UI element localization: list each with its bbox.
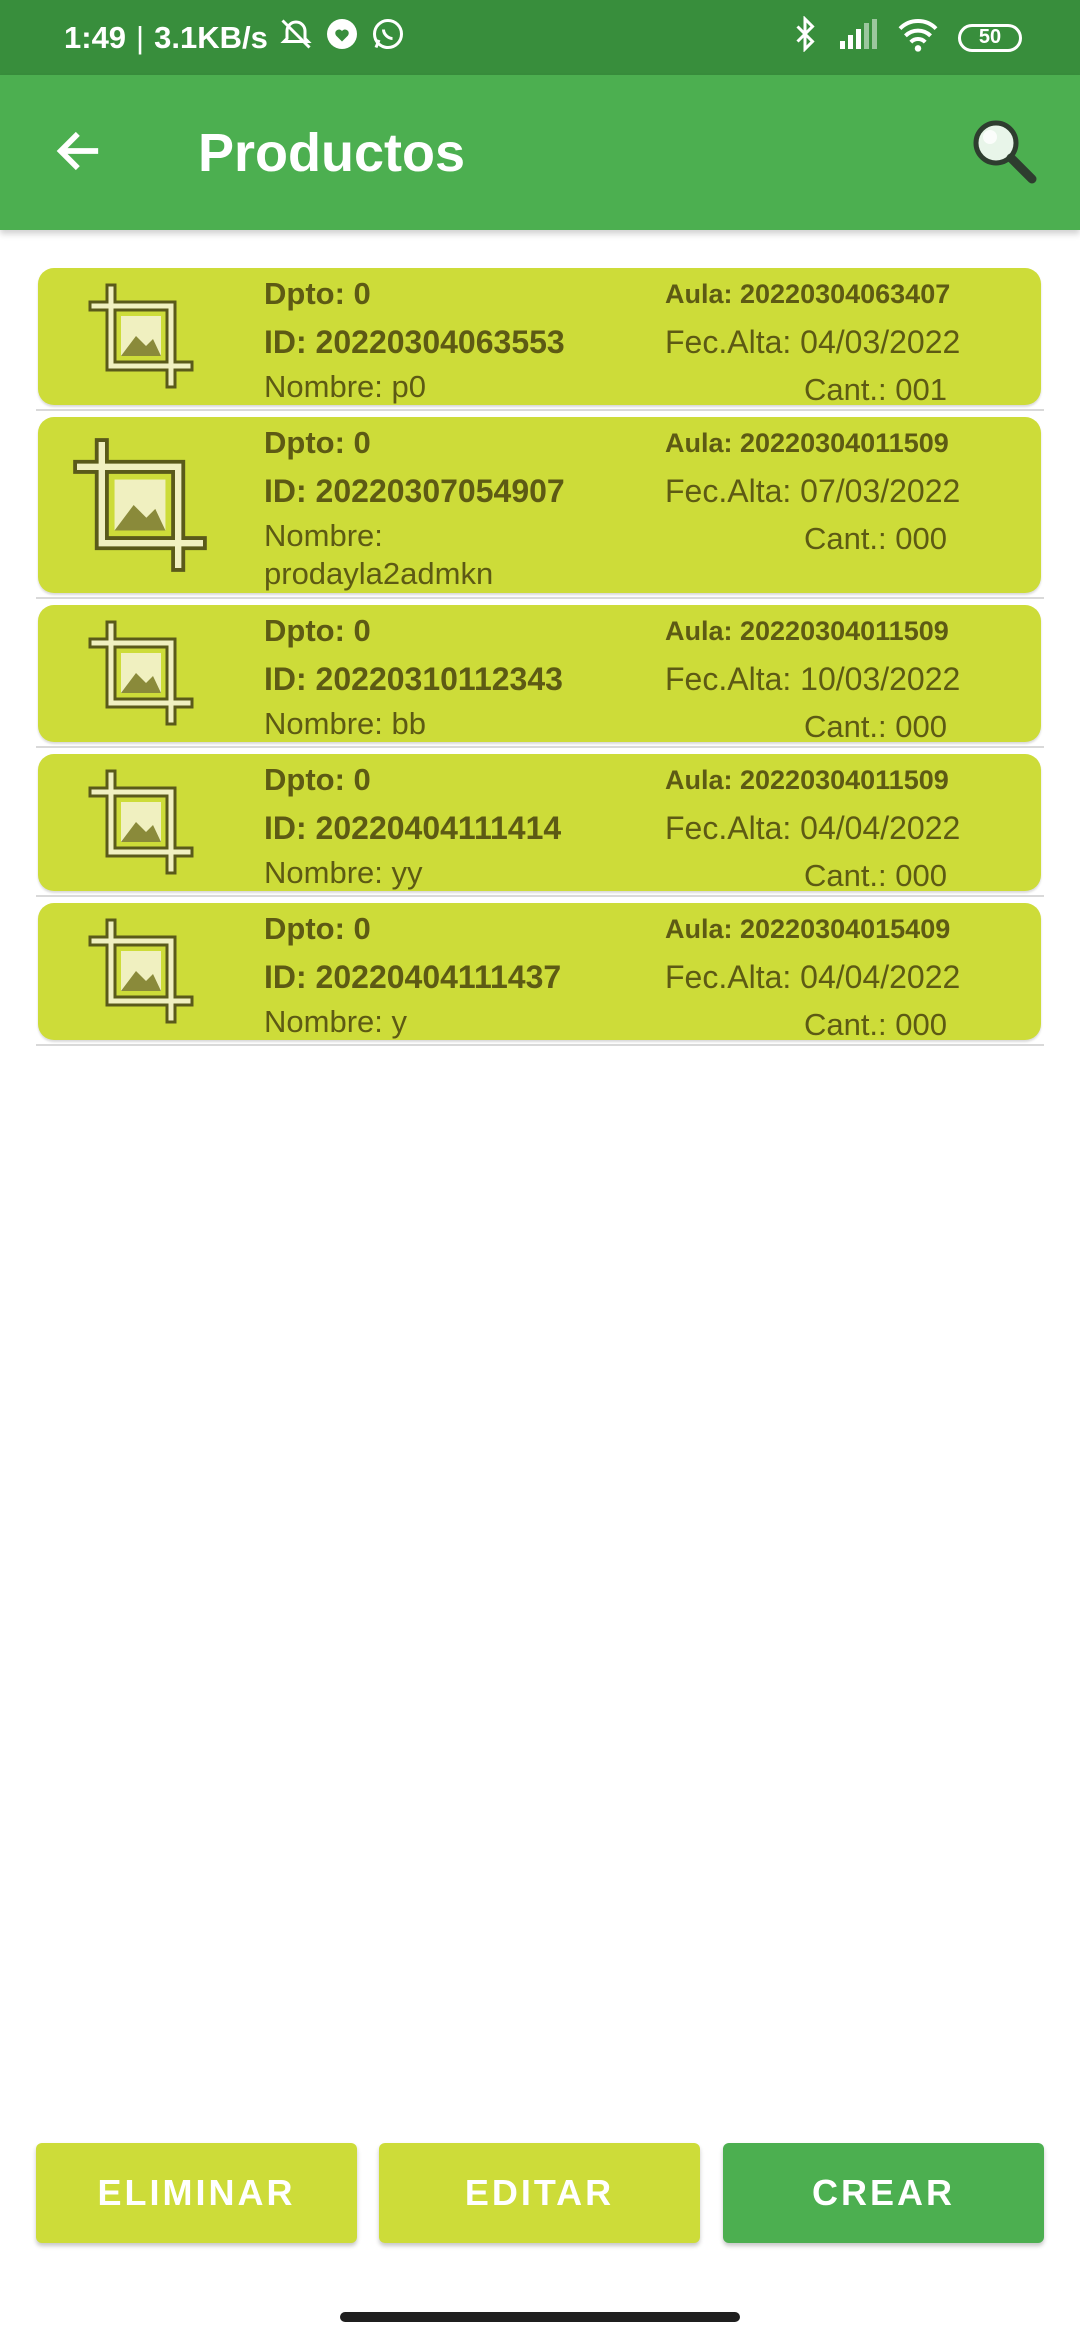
status-right: 50 — [790, 14, 1022, 60]
product-cant: Cant.: 000 — [803, 858, 947, 893]
search-button[interactable] — [964, 113, 1044, 193]
product-aula: Aula: 20220304011509 — [665, 616, 949, 646]
product-id: ID: 20220304063553 — [264, 324, 565, 360]
product-cant: Cant.: 001 — [803, 372, 947, 407]
status-bar: 1:49 | 3.1KB/s 50 — [0, 0, 1080, 75]
product-cant: Cant.: 000 — [803, 521, 947, 556]
card-right: Aula: 20220304015409 Fec.Alta: 04/04/202… — [665, 907, 1025, 1047]
card-left: Dpto: 0 ID: 20220404111437 Nombre: y — [264, 907, 664, 1041]
product-id: ID: 20220307054907 — [264, 473, 565, 509]
status-speed: 3.1KB/s — [154, 19, 268, 55]
card-left: Dpto: 0 ID: 20220304063553 Nombre: p0 — [264, 272, 664, 406]
product-fecha: Fec.Alta: 04/04/2022 — [665, 959, 961, 995]
product-dpto: Dpto: 0 — [264, 425, 371, 460]
product-card[interactable]: Dpto: 0 ID: 20220307054907 Nombre: proda… — [38, 417, 1041, 593]
product-dpto: Dpto: 0 — [264, 276, 371, 311]
card-right: Aula: 20220304011509 Fec.Alta: 04/04/202… — [665, 758, 1025, 898]
heart-icon — [324, 16, 360, 60]
wifi-icon — [896, 16, 940, 60]
product-card[interactable]: Dpto: 0 ID: 20220310112343 Nombre: bb Au… — [38, 605, 1041, 744]
product-aula: Aula: 20220304011509 — [665, 428, 949, 458]
product-card[interactable]: Dpto: 0 ID: 20220404111437 Nombre: y Aul… — [38, 903, 1041, 1042]
app-bar: Productos — [0, 75, 1080, 230]
status-separator: | — [136, 19, 145, 55]
status-left: 1:49 | 3.1KB/s — [64, 16, 406, 60]
list-divider — [36, 597, 1044, 599]
signal-icon — [838, 18, 878, 57]
product-aula: Aula: 20220304015409 — [665, 914, 951, 944]
product-aula: Aula: 20220304063407 — [665, 279, 951, 309]
product-nombre: Nombre: — [264, 518, 383, 553]
status-time: 1:49 — [64, 19, 127, 55]
crop-image-icon — [86, 618, 196, 728]
product-dpto: Dpto: 0 — [264, 613, 371, 648]
product-dpto: Dpto: 0 — [264, 762, 371, 797]
page-title: Productos — [198, 123, 466, 183]
search-icon — [968, 115, 1040, 192]
crop-image-icon — [86, 767, 196, 877]
product-card[interactable]: Dpto: 0 ID: 20220404111414 Nombre: yy Au… — [38, 754, 1041, 893]
product-id: ID: 20220404111437 — [264, 959, 562, 995]
card-right: Aula: 20220304011509 Fec.Alta: 07/03/202… — [665, 421, 1025, 561]
card-left: Dpto: 0 ID: 20220404111414 Nombre: yy — [264, 758, 664, 892]
crop-image-icon — [70, 435, 210, 575]
product-cant: Cant.: 000 — [803, 1007, 947, 1042]
product-fecha: Fec.Alta: 04/04/2022 — [665, 810, 961, 846]
bottom-action-bar: ELIMINAR EDITAR CREAR — [36, 2143, 1044, 2243]
card-right: Aula: 20220304011509 Fec.Alta: 10/03/202… — [665, 609, 1025, 749]
product-fecha: Fec.Alta: 10/03/2022 — [665, 661, 961, 697]
battery-level: 50 — [978, 26, 1002, 48]
whatsapp-icon — [370, 16, 406, 60]
product-nombre: Nombre: yy — [264, 855, 423, 890]
product-card[interactable]: Dpto: 0 ID: 20220304063553 Nombre: p0 Au… — [38, 268, 1041, 407]
product-nombre: Nombre: p0 — [264, 369, 426, 404]
card-left: Dpto: 0 ID: 20220310112343 Nombre: bb — [264, 609, 664, 743]
arrow-back-icon — [52, 125, 104, 182]
crop-image-icon — [86, 916, 196, 1026]
bluetooth-icon — [790, 14, 820, 60]
back-button[interactable] — [40, 115, 116, 191]
product-fecha: Fec.Alta: 07/03/2022 — [665, 473, 961, 509]
product-nombre: Nombre: bb — [264, 706, 426, 741]
card-right: Aula: 20220304063407 Fec.Alta: 04/03/202… — [665, 272, 1025, 412]
alarm-off-icon — [278, 16, 314, 60]
product-fecha: Fec.Alta: 04/03/2022 — [665, 324, 961, 360]
product-id: ID: 20220310112343 — [264, 661, 563, 697]
crop-image-icon — [86, 281, 196, 391]
product-list: Dpto: 0 ID: 20220304063553 Nombre: p0 Au… — [36, 268, 1044, 1052]
product-nombre-cont: prodayla2admkn — [264, 556, 494, 591]
home-indicator[interactable] — [340, 2312, 740, 2322]
product-id: ID: 20220404111414 — [264, 810, 562, 846]
card-left: Dpto: 0 ID: 20220307054907 Nombre: proda… — [264, 421, 664, 593]
product-cant: Cant.: 000 — [803, 709, 947, 744]
crear-button[interactable]: CREAR — [723, 2143, 1044, 2243]
product-dpto: Dpto: 0 — [264, 911, 371, 946]
product-aula: Aula: 20220304011509 — [665, 765, 949, 795]
eliminar-button[interactable]: ELIMINAR — [36, 2143, 357, 2243]
editar-button[interactable]: EDITAR — [379, 2143, 700, 2243]
battery-icon: 50 — [958, 23, 1022, 52]
product-nombre: Nombre: y — [264, 1004, 407, 1039]
